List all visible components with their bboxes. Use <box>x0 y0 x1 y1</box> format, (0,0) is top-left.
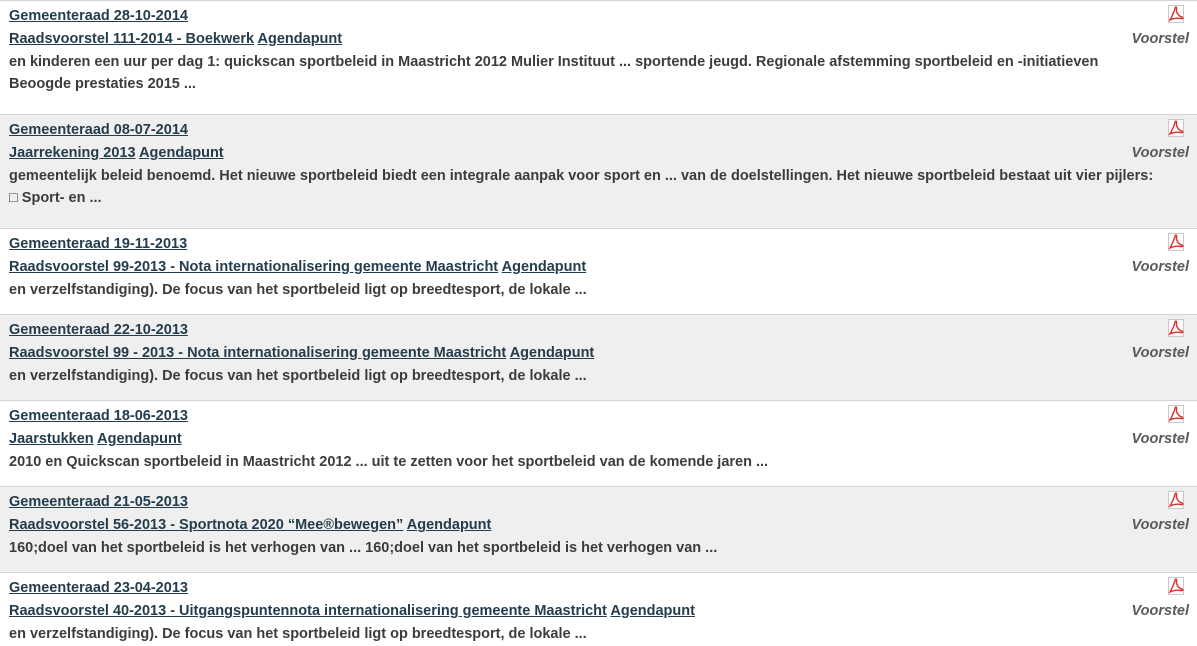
result-item: Gemeenteraad 18-06-2013 Jaarstukken Agen… <box>0 400 1197 486</box>
meeting-link[interactable]: Gemeenteraad 21-05-2013 <box>9 494 188 510</box>
document-type-label: Voorstel <box>1131 517 1189 533</box>
document-link[interactable]: Raadsvoorstel 99-2013 - Nota internation… <box>9 259 498 275</box>
agenda-item-link[interactable]: Agendapunt <box>407 517 492 533</box>
result-snippet: en verzelfstandiging). De focus van het … <box>9 626 587 642</box>
meeting-link[interactable]: Gemeenteraad 22-10-2013 <box>9 322 188 338</box>
result-snippet: gemeentelijk beleid benoemd. Het nieuwe … <box>9 168 1154 206</box>
meeting-link[interactable]: Gemeenteraad 28-10-2014 <box>9 8 188 24</box>
document-type-label: Voorstel <box>1131 603 1189 619</box>
search-results-list: Gemeenteraad 28-10-2014 Raadsvoorstel 11… <box>0 0 1197 646</box>
result-item: Gemeenteraad 22-10-2013 Raadsvoorstel 99… <box>0 314 1197 400</box>
result-item: Gemeenteraad 08-07-2014 Jaarrekening 201… <box>0 114 1197 228</box>
document-link[interactable]: Raadsvoorstel 40-2013 - Uitgangspuntenno… <box>9 603 607 619</box>
document-link[interactable]: Raadsvoorstel 56-2013 - Sportnota 2020 “… <box>9 517 403 533</box>
result-snippet: en verzelfstandiging). De focus van het … <box>9 282 587 298</box>
document-type-label: Voorstel <box>1131 31 1189 47</box>
agenda-item-link[interactable]: Agendapunt <box>510 345 595 361</box>
document-link[interactable]: Jaarrekening 2013 <box>9 145 136 161</box>
result-item: Gemeenteraad 19-11-2013 Raadsvoorstel 99… <box>0 228 1197 314</box>
document-link[interactable]: Raadsvoorstel 111-2014 - Boekwerk <box>9 31 254 47</box>
agenda-item-link[interactable]: Agendapunt <box>610 603 695 619</box>
document-type-label: Voorstel <box>1131 431 1189 447</box>
meeting-link[interactable]: Gemeenteraad 18-06-2013 <box>9 408 188 424</box>
document-type-label: Voorstel <box>1131 259 1189 275</box>
pdf-icon[interactable] <box>1167 119 1185 137</box>
result-item: Gemeenteraad 28-10-2014 Raadsvoorstel 11… <box>0 0 1197 114</box>
pdf-icon[interactable] <box>1167 491 1185 509</box>
meeting-link[interactable]: Gemeenteraad 08-07-2014 <box>9 122 188 138</box>
pdf-icon[interactable] <box>1167 319 1185 337</box>
agenda-item-link[interactable]: Agendapunt <box>97 431 182 447</box>
pdf-icon[interactable] <box>1167 405 1185 423</box>
agenda-item-link[interactable]: Agendapunt <box>258 31 343 47</box>
result-snippet: 160;doel van het sportbeleid is het verh… <box>9 540 718 556</box>
pdf-icon[interactable] <box>1167 5 1185 23</box>
pdf-icon[interactable] <box>1167 233 1185 251</box>
result-snippet: 2010 en Quickscan sportbeleid in Maastri… <box>9 454 769 470</box>
agenda-item-link[interactable]: Agendapunt <box>139 145 224 161</box>
result-item: Gemeenteraad 23-04-2013 Raadsvoorstel 40… <box>0 572 1197 646</box>
document-link[interactable]: Jaarstukken <box>9 431 94 447</box>
result-snippet: en verzelfstandiging). De focus van het … <box>9 368 587 384</box>
result-snippet: en kinderen een uur per dag 1: quickscan… <box>9 54 1099 92</box>
agenda-item-link[interactable]: Agendapunt <box>502 259 587 275</box>
meeting-link[interactable]: Gemeenteraad 19-11-2013 <box>9 236 187 252</box>
document-type-label: Voorstel <box>1131 345 1189 361</box>
pdf-icon[interactable] <box>1167 577 1185 595</box>
document-link[interactable]: Raadsvoorstel 99 - 2013 - Nota internati… <box>9 345 506 361</box>
meeting-link[interactable]: Gemeenteraad 23-04-2013 <box>9 580 188 596</box>
document-type-label: Voorstel <box>1131 145 1189 161</box>
result-item: Gemeenteraad 21-05-2013 Raadsvoorstel 56… <box>0 486 1197 572</box>
